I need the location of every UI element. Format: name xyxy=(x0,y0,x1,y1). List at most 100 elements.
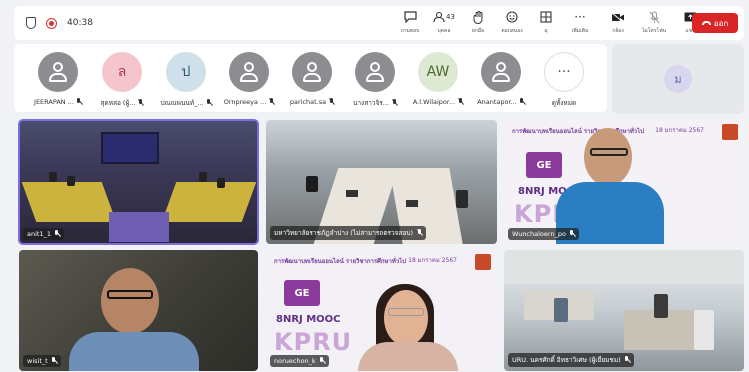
camera-button[interactable]: กล้อง xyxy=(604,9,632,35)
speaker-face xyxy=(384,290,428,346)
participant-tile[interactable]: JEERAPAN ... xyxy=(28,52,88,106)
glasses xyxy=(388,308,424,316)
participant-name: Anantapor... xyxy=(477,98,517,106)
grid-icon xyxy=(540,9,552,25)
person-icon xyxy=(366,62,384,82)
video-tile[interactable]: URU. นครศักดิ์ อิทธาวิเศษ (ผู้เยี่ยมชม) xyxy=(504,250,744,371)
speaker-face xyxy=(584,128,632,186)
glasses xyxy=(590,148,628,156)
mic-off-icon xyxy=(391,99,397,107)
mic-off-icon xyxy=(319,357,325,365)
mic-off-icon xyxy=(649,9,660,25)
mic-off-icon xyxy=(519,98,525,106)
meeting-window: 40:38 ถามตอบ 43 บุคคล ยกมือ ตอบสนอง มุ ·… xyxy=(0,0,749,372)
chair xyxy=(49,172,57,182)
mic-off-icon xyxy=(457,98,463,106)
mic-off-icon xyxy=(137,99,143,107)
person xyxy=(694,310,714,350)
mic-off-icon xyxy=(206,99,212,107)
video-tile[interactable]: anit1_1 xyxy=(18,119,259,245)
mic-off-icon xyxy=(268,98,274,106)
participant-tile[interactable]: Anantapor... xyxy=(471,52,531,106)
participant-count: 43 xyxy=(446,13,455,21)
conference-table xyxy=(21,182,117,222)
people-button[interactable]: 43 บุคคล xyxy=(430,9,458,35)
mic-off-icon xyxy=(51,357,57,365)
participant-name: A.l.Wilaipor... xyxy=(412,98,456,106)
view-button[interactable]: มุ xyxy=(532,9,560,35)
participant-strip: JEERAPAN ... ล สุดหล่อ (ผู้... ป ปณณพนนท… xyxy=(14,44,607,112)
video-name-tag: Wunchaloern_po xyxy=(508,228,579,240)
video-name-tag: anit1_1 xyxy=(23,228,64,240)
speaker-shirt xyxy=(358,342,458,371)
view-all-label: ดูทั้งหมด xyxy=(551,99,577,107)
phone-hangup-icon xyxy=(701,21,711,25)
shield-icon[interactable] xyxy=(26,17,36,29)
more-options-button[interactable]: ··· เพิ่มเติม xyxy=(566,9,594,35)
avatar xyxy=(481,52,521,92)
laptop xyxy=(406,200,418,207)
meeting-toolbar: 40:38 ถามตอบ 43 บุคคล ยกมือ ตอบสนอง มุ ·… xyxy=(14,6,744,40)
chair xyxy=(199,172,207,182)
kpru-logo-icon xyxy=(722,124,738,140)
speaker-shirt xyxy=(69,332,199,371)
smiley-icon xyxy=(506,9,518,25)
projector-screen xyxy=(101,132,159,164)
more-dots-icon: ··· xyxy=(544,52,584,92)
video-tile[interactable]: wisit_t xyxy=(19,250,258,371)
person xyxy=(654,294,668,318)
person-icon xyxy=(492,62,510,82)
avatar xyxy=(38,52,78,92)
self-view-panel[interactable]: ม xyxy=(612,44,744,114)
video-name-tag: wisit_t xyxy=(23,355,61,367)
person xyxy=(306,176,318,192)
conference-table xyxy=(161,182,257,222)
kpru-logo-icon xyxy=(475,254,491,270)
more-dots-icon: ··· xyxy=(574,10,586,24)
video-name-tag: URU. นครศักดิ์ อิทธาวิเศษ (ผู้เยี่ยมชม) xyxy=(508,353,634,367)
participant-tile[interactable]: Ornpreeya ... xyxy=(219,52,279,106)
participant-name: นางสาวจิร... xyxy=(352,99,390,107)
hand-icon xyxy=(473,9,484,25)
glasses xyxy=(107,290,153,299)
mic-off-icon xyxy=(624,356,630,364)
mic-off-icon xyxy=(416,229,422,237)
video-name-tag: มหาวิทยาลัยราชภัฏลำปาง (ไม่สามารถตรวจสอบ… xyxy=(270,226,427,240)
participant-tile[interactable]: parichat.sa xyxy=(282,52,342,106)
meeting-timer: 40:38 xyxy=(67,18,93,28)
mic-off-icon xyxy=(54,230,60,238)
person xyxy=(554,298,568,322)
react-button[interactable]: ตอบสนอง xyxy=(498,9,526,35)
chat-button[interactable]: ถามตอบ xyxy=(396,9,424,35)
leave-button[interactable]: ออก xyxy=(692,13,738,33)
person-icon xyxy=(303,62,321,82)
participant-name: สุดหล่อ (ผู้... xyxy=(100,99,136,107)
avatar xyxy=(292,52,332,92)
avatar: ม xyxy=(664,65,692,93)
recording-icon xyxy=(46,17,57,29)
participant-tile[interactable]: AW A.l.Wilaipor... xyxy=(408,52,468,106)
mic-off-icon xyxy=(569,230,575,238)
video-tile[interactable]: มหาวิทยาลัยราชภัฏลำปาง (ไม่สามารถตรวจสอบ… xyxy=(266,120,497,244)
participant-tile[interactable]: ป ปณณพนนท์_... xyxy=(156,52,216,108)
mic-off-icon xyxy=(76,98,82,106)
avatar xyxy=(229,52,269,92)
person-icon xyxy=(49,62,67,82)
chair xyxy=(217,178,225,188)
raise-hand-button[interactable]: ยกมือ xyxy=(464,9,492,35)
video-tile[interactable]: การพัฒนาบทเรียนออนไลน์ รายวิชาการศึกษาทั… xyxy=(266,250,497,371)
person-icon xyxy=(240,62,258,82)
mic-off-icon xyxy=(328,98,334,106)
participant-name: Ornpreeya ... xyxy=(223,98,267,106)
participant-name: parichat.sa xyxy=(289,98,327,106)
video-tile[interactable]: การพัฒนาบทเรียนออนไลน์ รายวิชาการศึกษาทั… xyxy=(504,120,744,244)
view-all-button[interactable]: ··· ดูทั้งหมด xyxy=(534,52,594,108)
participant-tile[interactable]: ล สุดหล่อ (ผู้... xyxy=(92,52,152,108)
people-icon: 43 xyxy=(433,9,455,25)
purple-carpet xyxy=(109,212,169,242)
mic-button[interactable]: ไมโครโฟน xyxy=(640,9,668,35)
chair xyxy=(67,176,75,186)
participant-tile[interactable]: นางสาวจิร... xyxy=(345,52,405,108)
participant-name: ปณณพนนท์_... xyxy=(160,99,204,107)
office-wall xyxy=(504,250,744,284)
